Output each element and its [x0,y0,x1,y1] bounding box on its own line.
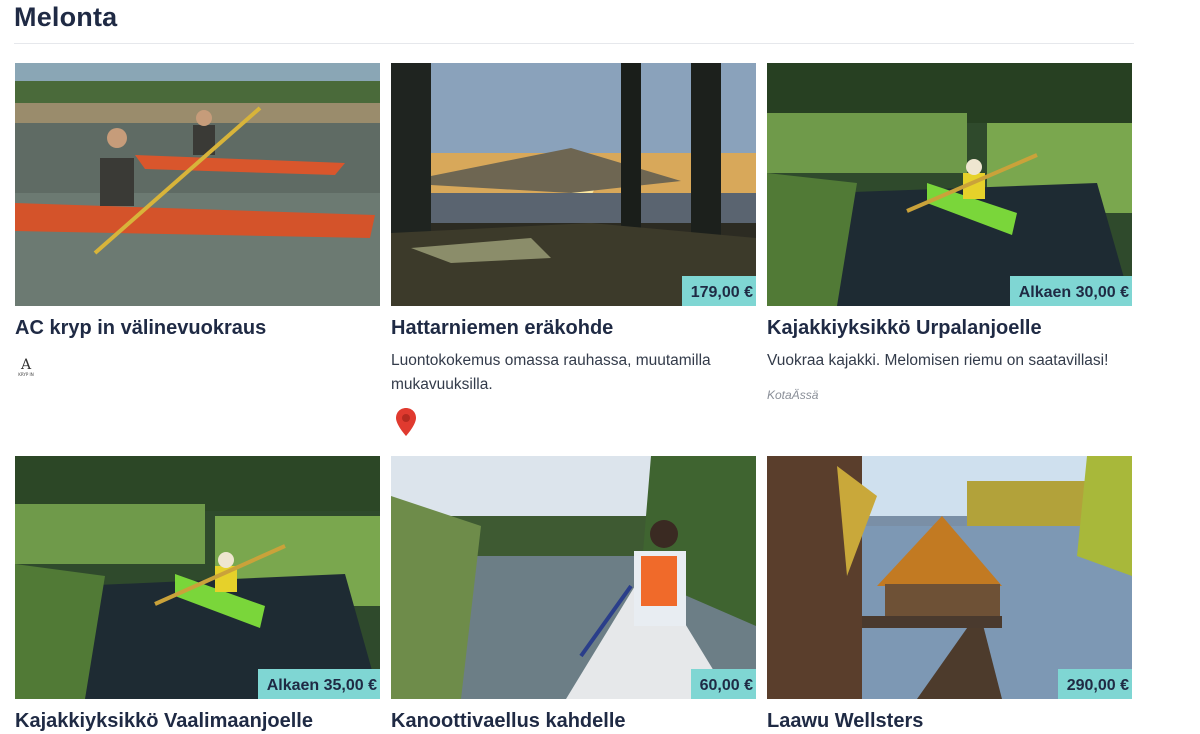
product-image[interactable]: 290,00 € [767,456,1132,699]
product-title[interactable]: Kajakkiyksikkö Vaalimaanjoelle [15,710,313,733]
product-title[interactable]: AC kryp in välinevuokraus [15,317,266,340]
map-pin-icon[interactable] [395,407,417,437]
price-badge: 290,00 € [1057,669,1132,699]
product-title[interactable]: Kajakkiyksikkö Urpalanjoelle [767,317,1042,340]
product-image[interactable] [15,63,380,306]
section-divider [14,43,1134,44]
provider-name: KotaÄssä [767,388,819,402]
price-badge: Alkaen 35,00 € [257,669,380,699]
product-description: Vuokraa kajakki. Melomisen riemu on saat… [767,352,1109,369]
product-image[interactable]: 179,00 € [391,63,756,306]
product-image[interactable]: Alkaen 35,00 € [15,456,380,699]
product-title[interactable]: Hattarniemen eräkohde [391,317,613,340]
svg-text:A: A [20,357,32,373]
product-title[interactable]: Laawu Wellsters [767,710,923,733]
product-image[interactable]: Alkaen 30,00 € [767,63,1132,306]
price-badge: Alkaen 30,00 € [1009,276,1132,306]
ac-kryp-logo: A KRYP IN [18,357,33,377]
product-title[interactable]: Kanoottivaellus kahdelle [391,710,626,733]
section-title: Melonta [14,2,118,32]
product-description: Luontokokemus omassa rauhassa, muutamill… [391,352,711,393]
price-badge: 179,00 € [681,276,756,306]
product-image[interactable]: 60,00 € [391,456,756,699]
price-badge: 60,00 € [690,669,756,699]
logo-text: KRYP IN [18,372,33,377]
